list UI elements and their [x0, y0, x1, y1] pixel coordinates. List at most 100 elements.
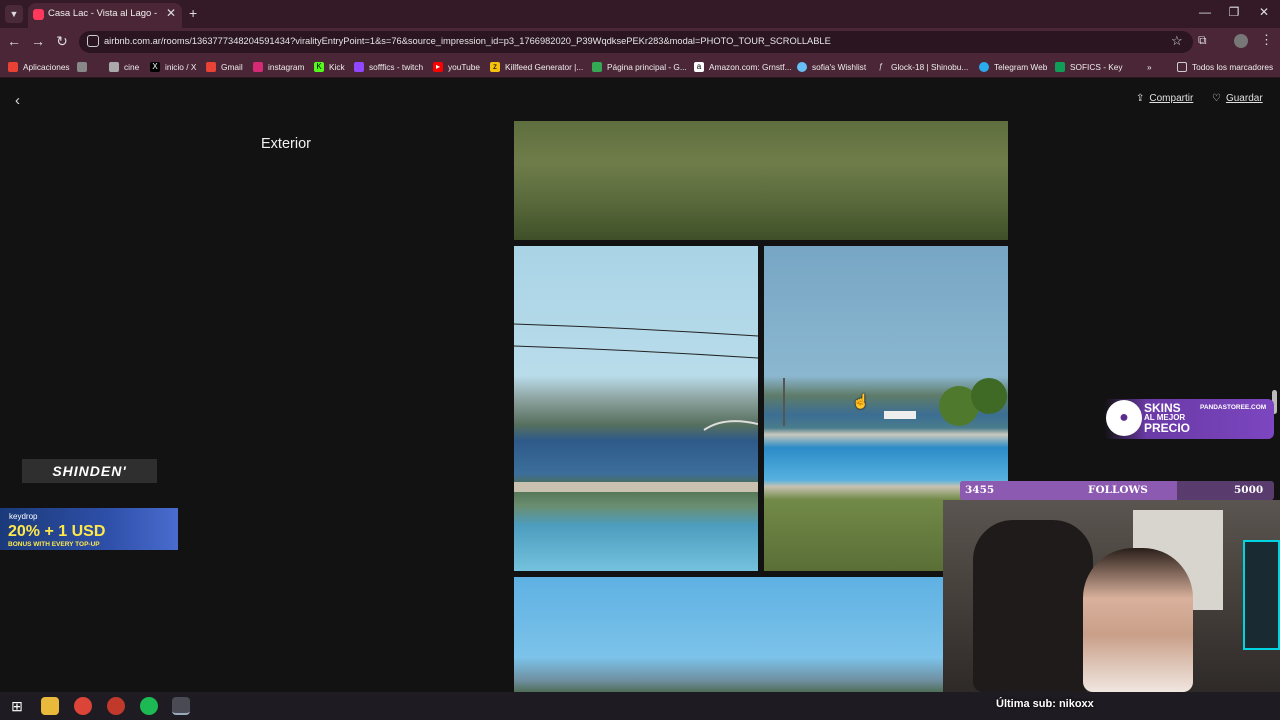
tab-close-icon[interactable]: ✕ [166, 6, 176, 20]
bookmark-x[interactable]: Xinicio / X [150, 60, 196, 74]
extensions-icon[interactable]: ⧉ [1198, 33, 1207, 48]
photo-tour-page: ‹ ⇪ Compartir ♡ Guardar Exterior SHINDEN… [0, 78, 1280, 692]
save-label: Guardar [1225, 93, 1263, 104]
bookmark-aplicaciones[interactable]: Aplicaciones [8, 60, 70, 74]
bookmark-amazon[interactable]: a Amazon.com: Grnstf... [694, 60, 792, 74]
follow-goal-bar: 3455 FOLLOWS 5000 [960, 481, 1274, 500]
bookmark-label: Kick [329, 62, 345, 72]
folder-icon [1177, 62, 1187, 72]
section-title: Exterior [261, 136, 311, 152]
photo-lawn[interactable] [514, 121, 1008, 240]
bookmark-label: Aplicaciones [23, 62, 70, 72]
bookmark-label: youTube [448, 62, 480, 72]
all-bookmarks-label: Todos los marcadores [1192, 62, 1274, 72]
url-text[interactable]: airbnb.com.ar/rooms/1363777348204591434?… [104, 36, 831, 46]
photo-sky[interactable] [514, 577, 1008, 692]
panda-line3: PRECIO [1144, 421, 1191, 435]
bookmark-tab-groups[interactable] [77, 60, 92, 74]
bookmark-label: Amazon.com: Grnstf... [709, 62, 792, 72]
tab-title: Casa Lac - Vista al Lago - Casas [48, 8, 160, 19]
webcam-pc [1243, 540, 1280, 650]
share-button[interactable]: ⇪ Compartir [1136, 93, 1193, 104]
bookmark-label: sofia's Wishlist [812, 62, 867, 72]
bookmark-drive[interactable]: Página principal - G... [592, 60, 687, 74]
webcam-chair [973, 520, 1093, 692]
keydrop-banner: keydrop 20% + 1 USD BONUS WITH EVERY TOP… [0, 508, 178, 550]
bookmark-label: Gmail [221, 62, 243, 72]
share-icon: ⇪ [1136, 93, 1145, 104]
killfeed-icon: z [490, 62, 500, 72]
apps-grid-icon [8, 62, 18, 72]
tab-groups-icon [77, 62, 87, 72]
bookmark-label: sofffics - twitch [369, 62, 424, 72]
obs-icon[interactable] [107, 697, 125, 715]
tab-strip: ▼ Casa Lac - Vista al Lago - Casas ✕ + —… [0, 0, 1280, 28]
drive-icon [592, 62, 602, 72]
profile-avatar-icon[interactable] [1234, 34, 1248, 48]
bookmark-kick[interactable]: K Kick [314, 60, 345, 74]
bookmark-label: Glock-18 | Shinobu... [891, 62, 969, 72]
browser-menu-icon[interactable]: ⋮ [1260, 32, 1273, 48]
folder-icon [109, 62, 119, 72]
site-info-icon[interactable] [87, 35, 99, 47]
shinden-logo: SHINDEN' [22, 459, 157, 483]
steam-icon [797, 62, 807, 72]
forward-nav-icon[interactable]: → [30, 33, 46, 49]
bookmark-gmail[interactable]: Gmail [206, 60, 243, 74]
bookmark-killfeed[interactable]: z Killfeed Generator |... [490, 60, 583, 74]
new-tab-button[interactable]: + [189, 5, 197, 21]
close-window-button[interactable]: ✕ [1254, 5, 1274, 19]
youtube-icon: ▸ [433, 62, 443, 72]
bookmark-star-icon[interactable]: ☆ [1171, 33, 1183, 49]
bookmark-sheets[interactable]: SOFICS - Key [1055, 60, 1123, 74]
reload-icon[interactable]: ↻ [54, 33, 70, 50]
bookmark-label: SOFICS - Key [1070, 62, 1123, 72]
last-sub-label: Última sub: nikoxx [996, 698, 1094, 710]
bookmark-youtube[interactable]: ▸ youTube [433, 60, 480, 74]
tab-search-button[interactable]: ▼ [5, 5, 23, 23]
panda-site: PANDASTOREE.COM [1200, 404, 1267, 411]
amazon-icon: a [694, 62, 704, 72]
bookmark-cine[interactable]: cine [109, 60, 139, 74]
back-arrow-icon[interactable]: ‹ [15, 92, 20, 109]
follow-goal: 5000 [1234, 484, 1264, 496]
address-bar[interactable]: airbnb.com.ar/rooms/1363777348204591434?… [79, 31, 1193, 53]
bookmark-label: inicio / X [165, 62, 197, 72]
bookmark-wishlist[interactable]: sofia's Wishlist [797, 60, 866, 74]
bookmark-instagram[interactable]: instagram [253, 60, 304, 74]
bookmark-label: Killfeed Generator |... [505, 62, 584, 72]
instagram-icon [253, 62, 263, 72]
bookmark-glock[interactable]: ƒ Glock-18 | Shinobu... [876, 60, 969, 74]
bookmark-twitch[interactable]: sofffics - twitch [354, 60, 423, 74]
webcam-overlay [943, 500, 1280, 692]
keydrop-subtitle: BONUS WITH EVERY TOP-UP [8, 541, 100, 548]
restore-button[interactable]: ❐ [1224, 5, 1244, 19]
file-explorer-icon[interactable] [41, 697, 59, 715]
pandastore-ad: ● SKINS AL MEJOR PRECIO PANDASTOREE.COM [1104, 399, 1274, 439]
chrome-icon[interactable] [74, 697, 92, 715]
bookmark-telegram[interactable]: Telegram Web [979, 60, 1047, 74]
bookmarks-overflow-icon[interactable]: » [1147, 60, 1152, 74]
bookmark-label: instagram [268, 62, 305, 72]
photo-lake-view[interactable] [514, 246, 758, 571]
chrome-active-icon[interactable] [172, 697, 190, 715]
twitch-icon [354, 62, 364, 72]
all-bookmarks[interactable]: Todos los marcadores [1177, 60, 1273, 74]
keydrop-name: keydrop [9, 512, 38, 521]
bookmarks-bar: Aplicaciones cine Xinicio / X Gmail inst… [0, 56, 1280, 78]
minimize-button[interactable]: — [1195, 5, 1215, 19]
x-icon: X [150, 62, 160, 72]
save-button[interactable]: ♡ Guardar [1212, 93, 1263, 104]
gmail-icon [206, 62, 216, 72]
back-nav-icon[interactable]: ← [6, 33, 22, 49]
bookmark-label: Telegram Web [994, 62, 1048, 72]
webcam-person [1083, 548, 1193, 692]
heart-icon: ♡ [1212, 93, 1221, 104]
last-sub-container: Última sub: nikoxx [996, 692, 1280, 720]
windows-start-icon[interactable]: ⊞ [8, 697, 26, 715]
spotify-icon[interactable] [140, 697, 158, 715]
browser-tab-active[interactable]: Casa Lac - Vista al Lago - Casas ✕ [28, 3, 182, 28]
sheets-icon [1055, 62, 1065, 72]
follow-current: 3455 [965, 484, 995, 496]
bookmark-label: cine [124, 62, 140, 72]
